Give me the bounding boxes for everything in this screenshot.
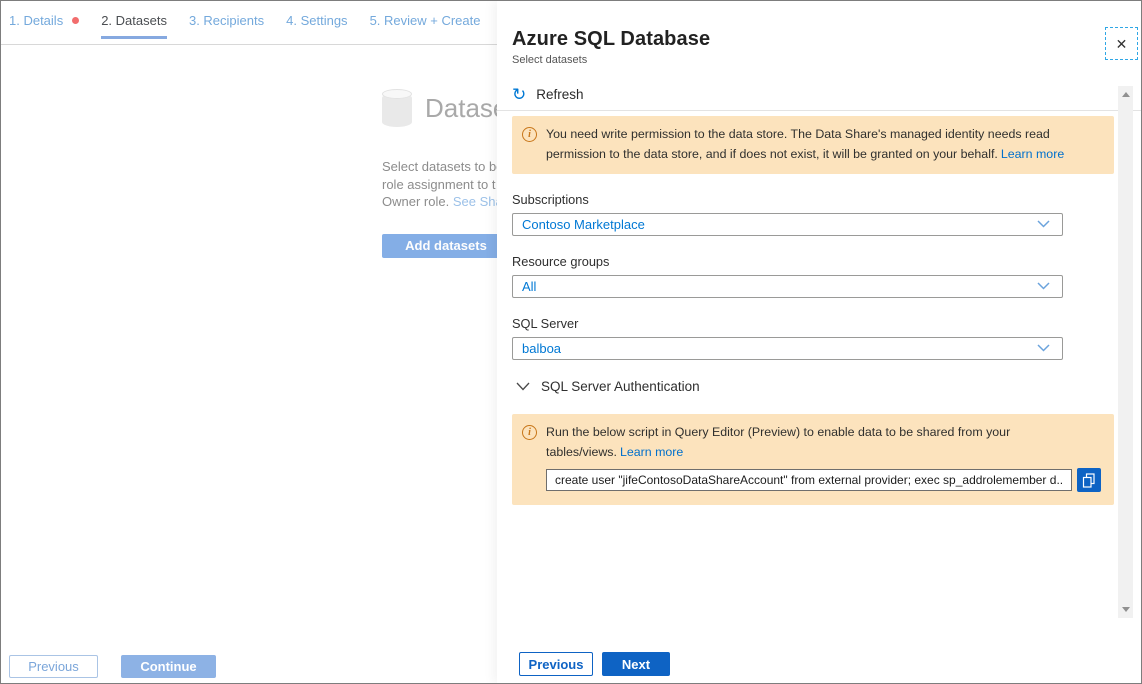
wizard-footer: Previous Continue <box>9 655 216 678</box>
permission-banner-text: You need write permission to the data st… <box>546 125 1104 165</box>
close-icon: ✕ <box>1116 37 1128 51</box>
tab-details-label: 1. Details <box>9 13 63 28</box>
scroll-up-icon[interactable] <box>1122 92 1130 97</box>
panel-footer: Previous Next <box>519 652 670 676</box>
error-dot-icon <box>72 17 79 24</box>
sql-server-label: SQL Server <box>512 316 1063 331</box>
database-icon <box>382 89 412 127</box>
wizard-continue-button[interactable]: Continue <box>121 655 216 678</box>
resource-groups-dropdown[interactable]: All <box>512 275 1063 298</box>
sql-server-dropdown[interactable]: balboa <box>512 337 1063 360</box>
panel-title: Azure SQL Database <box>512 28 1141 51</box>
tab-review-create-label: 5. Review + Create <box>370 13 481 28</box>
close-button[interactable]: ✕ <box>1105 27 1138 60</box>
resource-groups-value: All <box>513 279 536 294</box>
sql-server-authentication-label: SQL Server Authentication <box>541 379 700 394</box>
tab-settings-label: 4. Settings <box>286 13 347 28</box>
script-learn-more-link[interactable]: Learn more <box>620 445 683 459</box>
subscriptions-dropdown[interactable]: Contoso Marketplace <box>512 213 1063 236</box>
permission-learn-more-link[interactable]: Learn more <box>1001 147 1064 161</box>
sql-server-authentication-expander[interactable]: SQL Server Authentication <box>516 379 746 394</box>
refresh-icon: ↻ <box>512 86 526 103</box>
resource-groups-field: Resource groups All <box>512 254 1063 298</box>
tab-datasets[interactable]: 2. Datasets <box>101 13 167 39</box>
chevron-down-icon <box>1037 282 1050 290</box>
sql-server-field: SQL Server balboa <box>512 316 1063 360</box>
subscriptions-value: Contoso Marketplace <box>513 217 645 232</box>
script-row <box>546 468 1101 492</box>
tab-details[interactable]: 1. Details <box>9 13 79 39</box>
resource-groups-label: Resource groups <box>512 254 1063 269</box>
info-icon: i <box>522 127 537 142</box>
script-banner-text: Run the below script in Query Editor (Pr… <box>546 423 1038 463</box>
panel-subtitle: Select datasets <box>512 54 1141 66</box>
scroll-down-icon[interactable] <box>1122 607 1130 612</box>
sql-server-value: balboa <box>513 341 561 356</box>
refresh-label: Refresh <box>536 87 583 102</box>
chevron-down-icon <box>1037 344 1050 352</box>
refresh-button[interactable]: ↻ Refresh <box>512 86 602 103</box>
wizard-previous-button[interactable]: Previous <box>9 655 98 678</box>
add-datasets-button[interactable]: Add datasets <box>382 234 510 258</box>
app-window: 1. Details 2. Datasets 3. Recipients 4. … <box>0 0 1142 684</box>
subscriptions-field: Subscriptions Contoso Marketplace <box>512 192 1063 236</box>
tab-review-create[interactable]: 5. Review + Create <box>370 13 481 39</box>
info-icon: i <box>522 425 537 440</box>
tab-recipients[interactable]: 3. Recipients <box>189 13 264 39</box>
see-share-permissions-link[interactable]: See Sha <box>453 194 503 209</box>
panel-header: Azure SQL Database Select datasets <box>497 1 1141 66</box>
tab-datasets-label: 2. Datasets <box>101 13 167 28</box>
permission-info-banner: i You need write permission to the data … <box>512 116 1114 174</box>
subscriptions-label: Subscriptions <box>512 192 1063 207</box>
tab-settings[interactable]: 4. Settings <box>286 13 347 39</box>
chevron-down-icon <box>516 382 530 391</box>
copy-button[interactable] <box>1077 468 1101 492</box>
panel-previous-button[interactable]: Previous <box>519 652 593 676</box>
copy-icon <box>1082 473 1096 488</box>
tab-recipients-label: 3. Recipients <box>189 13 264 28</box>
azure-sql-database-panel: Azure SQL Database Select datasets ✕ ↻ R… <box>497 1 1141 683</box>
script-info-banner: i Run the below script in Query Editor (… <box>512 414 1114 506</box>
chevron-down-icon <box>1037 220 1050 228</box>
panel-scrollbar[interactable] <box>1118 86 1133 618</box>
panel-next-button[interactable]: Next <box>602 652 670 676</box>
script-input[interactable] <box>546 469 1072 491</box>
toolbar-divider <box>497 110 1141 111</box>
